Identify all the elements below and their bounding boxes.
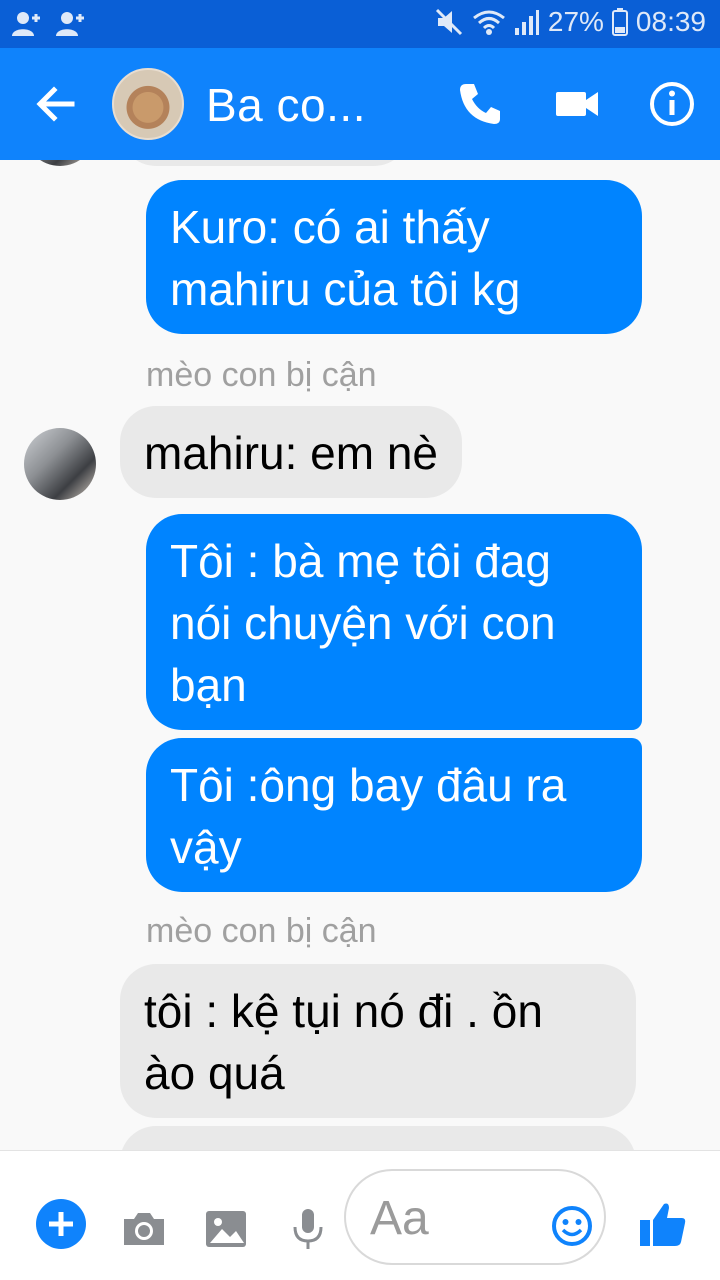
- wifi-icon: [472, 8, 506, 36]
- conversation-header: Ba co...: [0, 48, 720, 160]
- emoji-icon[interactable]: [550, 1204, 594, 1248]
- add-person-icon: [12, 10, 42, 38]
- video-camera-icon[interactable]: [552, 78, 604, 130]
- image-icon[interactable]: [202, 1205, 250, 1253]
- sender-name: mèo con bị cận: [146, 356, 377, 394]
- signal-icon: [514, 8, 540, 36]
- battery-percent: 27%: [547, 6, 604, 37]
- message-bubble-outgoing[interactable]: Kuro: có ai thấy mahiru của tôi kg: [146, 180, 642, 334]
- message-composer: Aa: [0, 1150, 720, 1280]
- sender-name: mèo con bị cận: [146, 912, 377, 950]
- participant-avatar[interactable]: [24, 160, 96, 166]
- message-bubble-outgoing[interactable]: Tôi :ông bay đâu ra vậy: [146, 738, 642, 892]
- microphone-icon[interactable]: [284, 1205, 332, 1253]
- message-bubble-incoming[interactable]: tôi : kệ tụi nó đi . ồn ào quá: [120, 964, 636, 1118]
- message-bubble-outgoing[interactable]: Tôi : bà mẹ tôi đag nói chuyện với con b…: [146, 514, 642, 730]
- camera-icon[interactable]: [120, 1205, 168, 1253]
- phone-icon[interactable]: [454, 78, 506, 130]
- back-arrow-icon[interactable]: [30, 78, 82, 130]
- message-list[interactable]: Kuro: có ai thấy mahiru của tôi kg mèo c…: [0, 160, 720, 1150]
- message-bubble-partial[interactable]: [120, 160, 410, 166]
- info-icon[interactable]: [646, 78, 698, 130]
- mute-icon: [434, 7, 464, 37]
- group-avatar[interactable]: [112, 68, 184, 140]
- message-input-placeholder: Aa: [370, 1192, 429, 1245]
- message-bubble-incoming[interactable]: mahiru: em nè: [120, 406, 463, 498]
- add-person-icon: [56, 10, 86, 38]
- thumbs-up-icon[interactable]: [638, 1198, 688, 1248]
- conversation-title[interactable]: Ba co...: [206, 78, 366, 132]
- battery-icon: [611, 8, 628, 36]
- message-bubble-partial[interactable]: [120, 1126, 636, 1150]
- plus-icon[interactable]: [36, 1199, 86, 1249]
- participant-avatar[interactable]: [24, 428, 96, 500]
- clock: 08:39: [635, 6, 706, 37]
- status-bar: 27% 08:39: [0, 0, 720, 48]
